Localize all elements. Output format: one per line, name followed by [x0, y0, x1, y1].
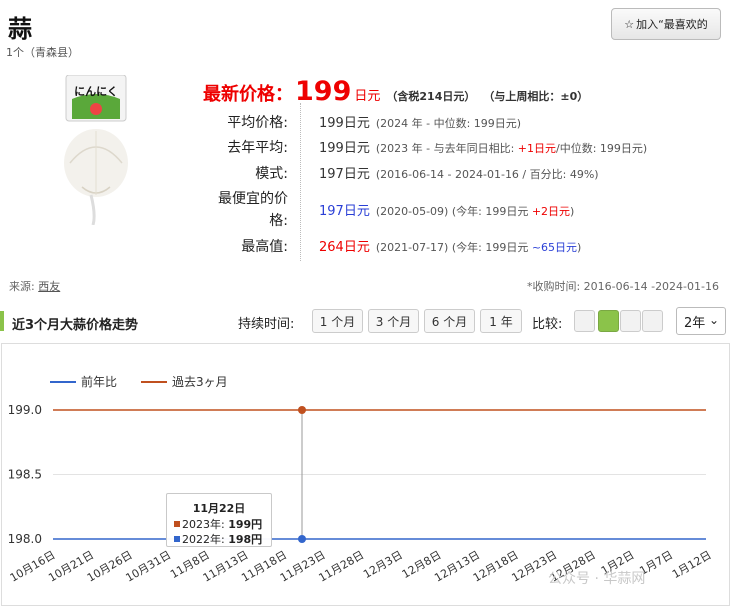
stats-divider — [300, 103, 301, 261]
stat-cheapest-label-line1: 最便宜的价 — [218, 191, 288, 207]
latest-price-unit: 日元 — [354, 89, 381, 104]
stat-last-year-note-highlight: +1日元 — [517, 142, 556, 155]
stat-highest-note-prefix: (2021-07-17) (今年: 199日元 — [375, 241, 532, 254]
watermark: 公众号 · 华蒜网 — [548, 571, 646, 587]
star-icon: ☆ — [624, 17, 635, 31]
chart-tooltip: 11月22日 2023年: 199円 2022年: 198円 — [166, 493, 272, 547]
duration-1-year-button[interactable]: 1 年 — [480, 309, 522, 333]
stat-last-year-note-suffix: /中位数: 199日元) — [556, 142, 648, 155]
collection-time: *收购时间: 2016-06-14 -2024-01-16 — [526, 280, 719, 293]
year-select[interactable]: 2年 ⌄ — [676, 307, 726, 335]
stat-average-label: 平均价格: — [227, 115, 288, 131]
stat-last-year-label: 去年平均: — [227, 140, 288, 156]
tooltip-date: 11月22日 — [192, 502, 246, 515]
stat-cheapest-note-suffix: ) — [570, 205, 575, 218]
stat-cheapest-note-highlight: +2日元 — [531, 205, 571, 218]
legend-label-0: 前年比 — [81, 374, 117, 389]
tooltip-series-2022-marker — [174, 536, 180, 542]
stat-cheapest-value: 197日元 — [319, 204, 370, 219]
svg-text:にんにく: にんにく — [74, 85, 118, 98]
x-tick-label-9: 12月3日 — [361, 548, 405, 581]
duration-6-month-button[interactable]: 6 个月 — [424, 309, 475, 333]
stat-last-year-note-prefix: (2023 年 - 与去年同日相比: — [375, 142, 518, 155]
stat-cheapest-note-prefix: (2020-05-09) (今年: 199日元 — [375, 205, 532, 218]
latest-price-value: 199 — [295, 76, 352, 107]
stat-highest-value: 264日元 — [319, 240, 370, 255]
latest-price-tax-note: （含税214日元） — [386, 90, 476, 103]
compare-option-2[interactable] — [598, 310, 619, 332]
stat-mode-note: (2016-06-14 - 2024-01-16 / 百分比: 49%) — [375, 168, 599, 181]
tooltip-2023-label: 2023年: — [182, 518, 229, 531]
add-favorite-button[interactable]: ☆ 加入“最喜欢的 — [611, 8, 721, 40]
stat-mode-label: 模式: — [255, 166, 288, 182]
x-tick-label-17: 1月12日 — [670, 548, 714, 581]
tooltip-2022-value: 198円 — [228, 533, 263, 546]
section-title: 近3个月大蒜价格走势 — [12, 318, 139, 333]
legend-label-1: 過去3ヶ月 — [172, 375, 228, 389]
hover-point-2022 — [298, 535, 306, 543]
compare-option-1[interactable] — [574, 310, 595, 332]
product-title: 蒜 — [8, 15, 32, 43]
y-tick-label-1: 198.5 — [8, 468, 42, 482]
stat-average-note: (2024 年 - 中位数: 199日元) — [375, 117, 522, 130]
stat-highest-note-suffix: ) — [577, 241, 582, 254]
year-select-value: 2年 — [684, 315, 706, 331]
stat-mode-value: 197日元 — [319, 167, 370, 182]
stat-last-year-value: 199日元 — [319, 141, 370, 156]
compare-label: 比较: — [532, 317, 563, 332]
stat-highest-label: 最高值: — [241, 239, 288, 255]
latest-price: 最新价格： 199 日元 （含税214日元） （与上周相比：±0） — [203, 76, 588, 107]
garlic-product-image: にんにく — [64, 75, 128, 225]
hover-point-2023 — [298, 406, 306, 414]
chevron-down-icon: ⌄ — [708, 313, 719, 327]
stat-average-value: 199日元 — [319, 116, 370, 131]
source: 来源: 西友 — [9, 278, 60, 294]
y-tick-label-0: 199.0 — [8, 403, 42, 417]
tooltip-2022-label: 2022年: — [182, 533, 229, 546]
duration-label: 持续时间: — [238, 317, 295, 332]
section-accent-bar — [0, 311, 4, 331]
latest-price-week-change: （与上周相比：±0） — [483, 90, 589, 103]
add-favorite-label: 加入“最喜欢的 — [636, 18, 708, 31]
compare-option-3[interactable] — [620, 310, 641, 332]
y-tick-label-2: 198.0 — [8, 532, 42, 546]
product-subtitle: 1个（青森县） — [6, 46, 79, 59]
tooltip-2023-value: 199円 — [228, 518, 263, 531]
source-link[interactable]: 西友 — [38, 280, 60, 293]
compare-option-4[interactable] — [642, 310, 663, 332]
stat-highest-note-highlight: ~65日元 — [531, 241, 578, 254]
source-label: 来源: — [9, 280, 35, 293]
duration-1-month-button[interactable]: 1 个月 — [312, 309, 363, 333]
duration-3-month-button[interactable]: 3 个月 — [368, 309, 419, 333]
latest-price-label: 最新价格： — [203, 84, 293, 105]
tooltip-series-2023-marker — [174, 521, 180, 527]
stat-cheapest-label-line2: 格: — [269, 213, 288, 229]
